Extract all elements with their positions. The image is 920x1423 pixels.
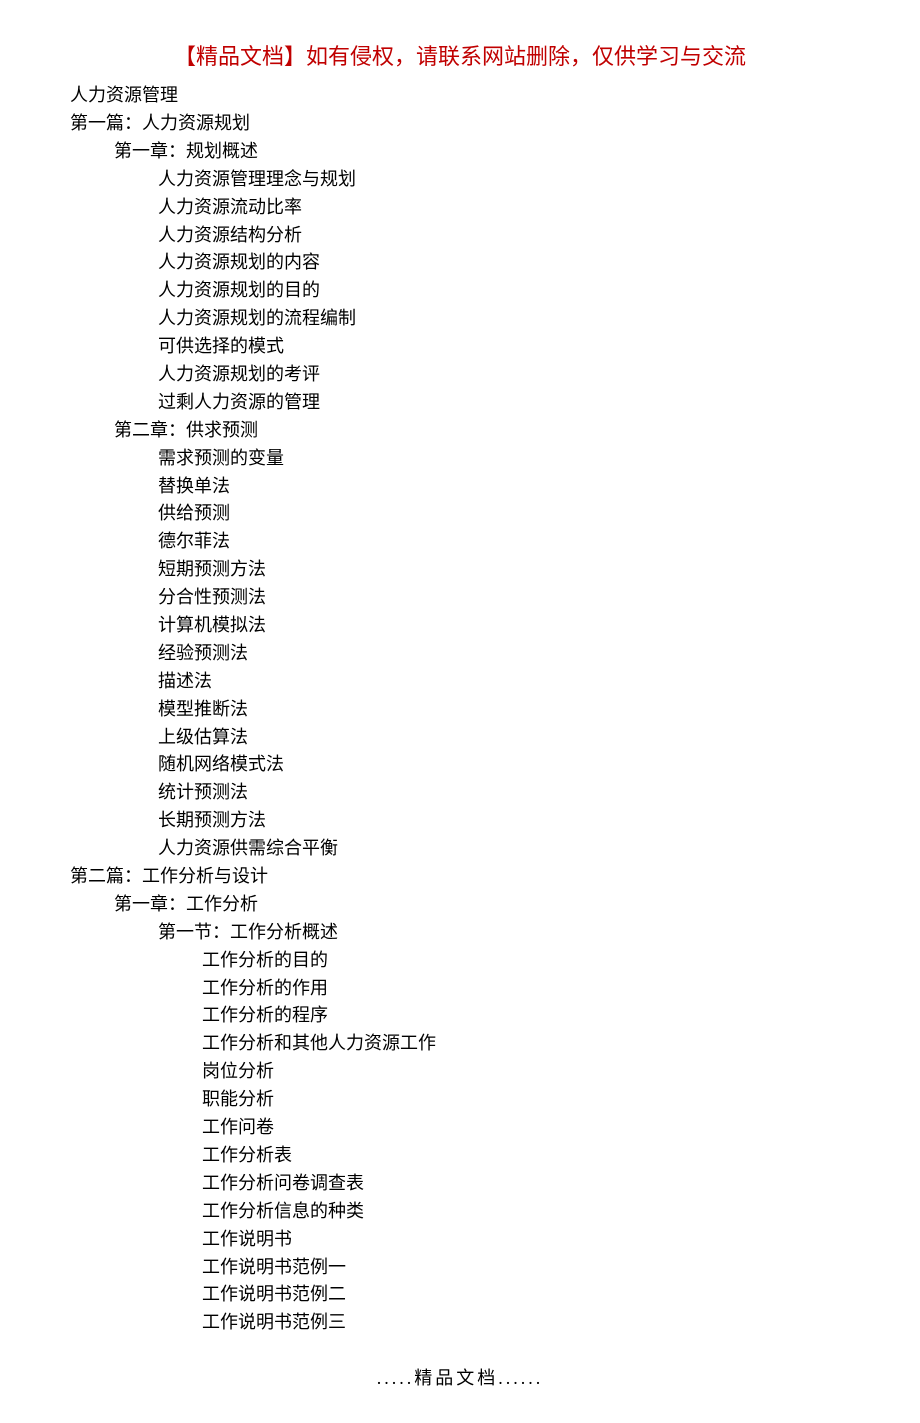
outline-item: 统计预测法: [158, 779, 850, 807]
outline-item: 工作说明书范例一: [202, 1254, 850, 1282]
outline-item: 人力资源规划的内容: [158, 249, 850, 277]
outline-item: 供给预测: [158, 500, 850, 528]
outline-item: 分合性预测法: [158, 584, 850, 612]
outline-item: 经验预测法: [158, 640, 850, 668]
outline-container: 人力资源管理第一篇：人力资源规划第一章：规划概述人力资源管理理念与规划人力资源流…: [70, 82, 850, 1337]
outline-item: 可供选择的模式: [158, 333, 850, 361]
outline-item: 工作分析的作用: [202, 975, 850, 1003]
footer-text: .....精品文档......: [70, 1365, 850, 1393]
outline-item: 人力资源流动比率: [158, 194, 850, 222]
outline-item: 第一节：工作分析概述: [158, 919, 850, 947]
outline-item: 上级估算法: [158, 724, 850, 752]
outline-item: 工作说明书范例二: [202, 1281, 850, 1309]
outline-item: 工作分析信息的种类: [202, 1198, 850, 1226]
outline-item: 需求预测的变量: [158, 445, 850, 473]
outline-item: 工作分析和其他人力资源工作: [202, 1030, 850, 1058]
outline-item: 替换单法: [158, 473, 850, 501]
outline-item: 第一篇：人力资源规划: [70, 110, 850, 138]
outline-item: 第一章：规划概述: [114, 138, 850, 166]
outline-item: 人力资源管理理念与规划: [158, 166, 850, 194]
outline-item: 岗位分析: [202, 1058, 850, 1086]
outline-item: 人力资源供需综合平衡: [158, 835, 850, 863]
outline-item: 随机网络模式法: [158, 751, 850, 779]
outline-item: 计算机模拟法: [158, 612, 850, 640]
outline-item: 人力资源结构分析: [158, 222, 850, 250]
outline-item: 工作分析的程序: [202, 1002, 850, 1030]
outline-item: 职能分析: [202, 1086, 850, 1114]
outline-item: 工作说明书范例三: [202, 1309, 850, 1337]
outline-item: 模型推断法: [158, 696, 850, 724]
outline-item: 人力资源管理: [70, 82, 850, 110]
outline-item: 工作分析问卷调查表: [202, 1170, 850, 1198]
outline-item: 第二篇：工作分析与设计: [70, 863, 850, 891]
outline-item: 人力资源规划的考评: [158, 361, 850, 389]
outline-item: 工作说明书: [202, 1226, 850, 1254]
outline-item: 人力资源规划的流程编制: [158, 305, 850, 333]
header-title: 【精品文档】如有侵权，请联系网站删除，仅供学习与交流: [70, 40, 850, 74]
outline-item: 过剩人力资源的管理: [158, 389, 850, 417]
outline-item: 德尔菲法: [158, 528, 850, 556]
outline-item: 工作分析表: [202, 1142, 850, 1170]
outline-item: 工作分析的目的: [202, 947, 850, 975]
outline-item: 第一章：工作分析: [114, 891, 850, 919]
outline-item: 人力资源规划的目的: [158, 277, 850, 305]
outline-item: 长期预测方法: [158, 807, 850, 835]
outline-item: 工作问卷: [202, 1114, 850, 1142]
outline-item: 短期预测方法: [158, 556, 850, 584]
outline-item: 第二章：供求预测: [114, 417, 850, 445]
outline-item: 描述法: [158, 668, 850, 696]
